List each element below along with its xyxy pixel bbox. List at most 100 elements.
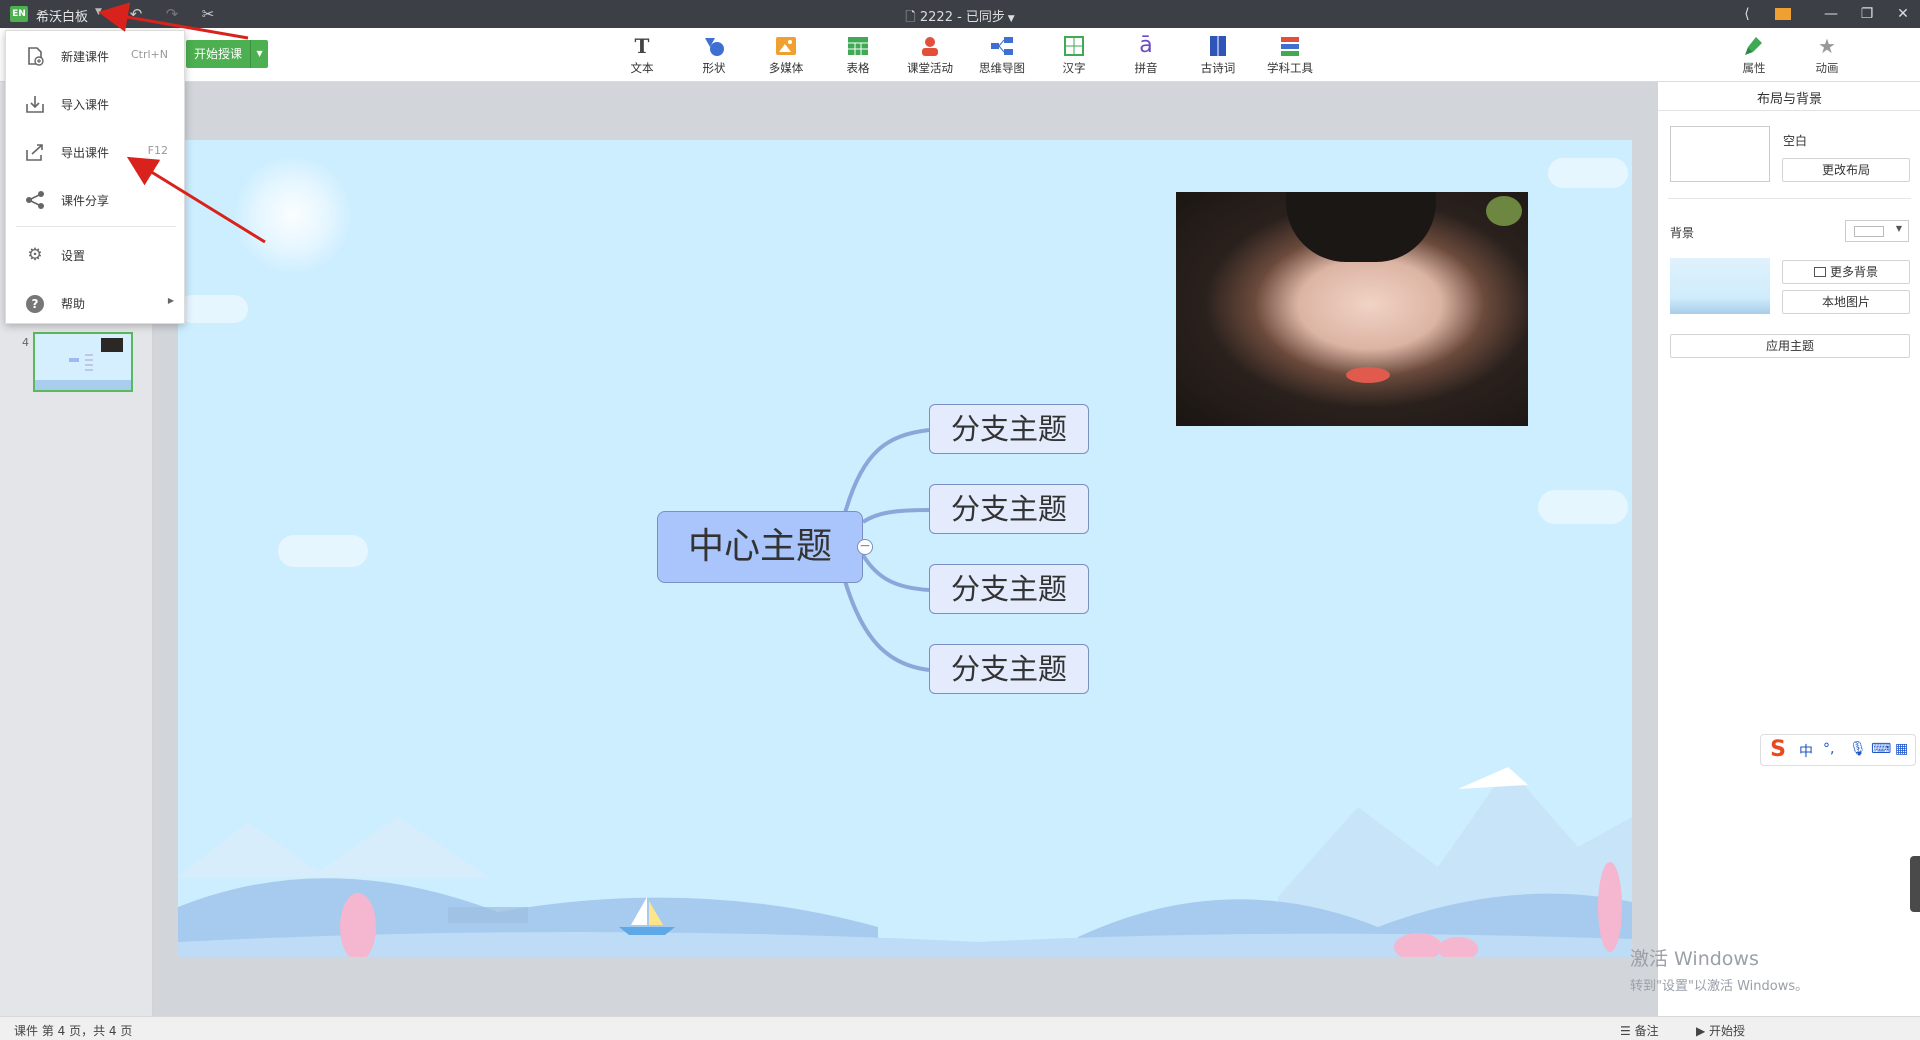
minimize-button[interactable]: — (1818, 3, 1844, 25)
tool-label: 拼音 (1134, 61, 1158, 75)
sogou-icon[interactable]: S (1765, 737, 1791, 763)
notes-label: 备注 (1634, 1024, 1659, 1038)
photo-lips (1346, 367, 1390, 383)
tab-label: 动画 (1815, 61, 1839, 75)
tool-label: 学科工具 (1267, 61, 1313, 75)
app-dropdown-menu: 新建课件 Ctrl+N 导入课件 导出课件 F12 课件分享 ⚙ 设置 ? 帮助… (5, 30, 185, 324)
mountain-landscape (178, 767, 1632, 957)
app-menu-dropdown-icon[interactable]: ▼ (95, 7, 102, 17)
menu-item-settings[interactable]: ⚙ 设置 (6, 235, 186, 275)
tool-hanzi[interactable]: 汉字 (1042, 34, 1106, 76)
app-logo: EN (10, 6, 28, 22)
background-preview[interactable] (1670, 258, 1770, 314)
panel-title: 布局与背景 (1756, 92, 1822, 107)
text-icon: T (634, 34, 650, 58)
tool-text[interactable]: T 文本 (610, 34, 674, 76)
tool-mindmap[interactable]: 思维导图 (970, 34, 1034, 76)
tool-label: 多媒体 (768, 61, 804, 75)
menu-item-help[interactable]: ? 帮助 ▶ (6, 283, 186, 323)
canvas-area[interactable]: 中心主题 − 分支主题 分支主题 分支主题 分支主题 (153, 82, 1657, 1016)
menu-item-label: 导入课件 (61, 98, 110, 112)
tool-poem[interactable]: 古诗词 (1186, 34, 1250, 76)
slide-thumbnail[interactable] (33, 332, 133, 392)
mindmap-branch-topic[interactable]: 分支主题 (929, 644, 1089, 694)
microphone-icon[interactable]: 🎙 (1849, 741, 1867, 757)
menu-item-new[interactable]: 新建课件 Ctrl+N (6, 36, 186, 76)
poem-icon (1205, 34, 1231, 58)
menu-item-export[interactable]: 导出课件 F12 (6, 132, 186, 172)
redo-icon[interactable]: ↷ (162, 4, 182, 24)
tool-table[interactable]: 表格 (826, 34, 890, 76)
mindmap-branch-topic[interactable]: 分支主题 (929, 404, 1089, 454)
thumbnail-branch (85, 354, 93, 356)
thumbnail-branch (85, 364, 93, 366)
maximize-button[interactable]: ❐ (1854, 3, 1880, 25)
tab-properties[interactable]: 属性 (1729, 34, 1779, 76)
layout-preview[interactable] (1670, 126, 1770, 182)
tool-pinyin[interactable]: ā 拼音 (1114, 34, 1178, 76)
gear-icon: ⚙ (27, 245, 43, 265)
tool-label: 思维导图 (979, 61, 1025, 75)
background-label: 背景 (1670, 226, 1695, 240)
slide-number: 4 (22, 336, 29, 349)
punctuation-icon[interactable]: °, (1823, 741, 1834, 757)
undo-icon[interactable]: ↶ (126, 4, 146, 24)
document-dropdown-icon[interactable]: ▼ (1005, 14, 1015, 24)
media-icon (773, 34, 799, 58)
scissors-icon[interactable]: ✂ (198, 4, 218, 24)
grid-icon[interactable]: ▦ (1895, 741, 1908, 757)
watermark-line2: 转到"设置"以激活 Windows。 (1630, 979, 1809, 994)
brush-icon (1729, 34, 1779, 58)
document-title-text[interactable]: 2222 - 已同步 (920, 10, 1005, 25)
image-icon (1813, 267, 1826, 277)
tool-shape[interactable]: 形状 (682, 34, 746, 76)
app-name-menu[interactable]: 希沃白板 (36, 6, 88, 25)
tool-label: 课堂活动 (907, 61, 953, 75)
layout-name: 空白 (1783, 134, 1808, 148)
tool-media[interactable]: 多媒体 (754, 34, 818, 76)
side-handle[interactable] (1910, 856, 1920, 912)
ime-toolbar[interactable]: S 中 °, 🎙 ⌨ ▦ (1760, 734, 1916, 766)
panel-divider (1668, 198, 1911, 199)
menu-item-shortcut: Ctrl+N (130, 48, 168, 61)
export-icon (24, 142, 46, 162)
table-icon (845, 34, 871, 58)
close-button[interactable]: ✕ (1890, 3, 1916, 25)
keyboard-icon[interactable]: ⌨ (1871, 741, 1891, 757)
tool-class-activity[interactable]: 课堂活动 (898, 34, 962, 76)
slide-canvas[interactable]: 中心主题 − 分支主题 分支主题 分支主题 分支主题 (178, 140, 1632, 957)
document-icon: 🗋 (905, 10, 920, 25)
notes-button[interactable]: ☰ 备注 (1620, 1022, 1659, 1039)
start-class-label[interactable]: 开始授课 (186, 40, 250, 68)
mindmap-branch-topic[interactable]: 分支主题 (929, 484, 1089, 534)
menu-item-import[interactable]: 导入课件 (6, 84, 186, 124)
document-title: 🗋 2222 - 已同步 ▼ (0, 6, 1920, 30)
start-class-dropdown-icon[interactable]: ▼ (250, 40, 268, 68)
share-icon[interactable]: ⟨ (1734, 3, 1760, 25)
background-color-picker[interactable]: ▼ (1845, 220, 1909, 242)
collapse-icon[interactable]: − (857, 539, 873, 555)
tab-animation[interactable]: ★ 动画 (1802, 34, 1852, 76)
menu-item-share[interactable]: 课件分享 (6, 180, 186, 220)
apply-theme-button[interactable]: 应用主题 (1670, 334, 1910, 358)
mindmap-center-topic[interactable]: 中心主题 (657, 511, 863, 583)
hanzi-icon (1061, 34, 1087, 58)
color-swatch (1854, 226, 1884, 237)
help-icon: ? (24, 293, 46, 313)
start-class-button[interactable]: 开始授课 ▼ (186, 40, 269, 68)
local-image-button[interactable]: 本地图片 (1782, 290, 1910, 314)
main-toolbar: 开始授课 ▼ T 文本 形状 多媒体 表格 课堂活动 思维导图 汉字 ā 拼音 … (0, 28, 1920, 82)
mindmap-branch-topic[interactable]: 分支主题 (929, 564, 1089, 614)
portrait-photo[interactable] (1176, 192, 1528, 426)
message-icon[interactable] (1770, 3, 1796, 25)
tool-label: 形状 (702, 61, 726, 75)
more-background-button[interactable]: 更多背景 (1782, 260, 1910, 284)
change-layout-button[interactable]: 更改布局 (1782, 158, 1910, 182)
properties-panel: 布局与背景 空白 更改布局 背景 ▼ 更多背景 本地图片 应用主题 (1657, 82, 1920, 1016)
pinyin-icon: ā (1139, 33, 1153, 58)
page-info: 课件 第 4 页，共 4 页 (14, 1024, 133, 1038)
thumbnail-center-node (69, 358, 79, 362)
start-presentation-button[interactable]: ▶ 开始授 (1696, 1022, 1745, 1039)
tool-subject-tools[interactable]: 学科工具 (1258, 34, 1322, 76)
ime-language[interactable]: 中 (1799, 741, 1813, 761)
